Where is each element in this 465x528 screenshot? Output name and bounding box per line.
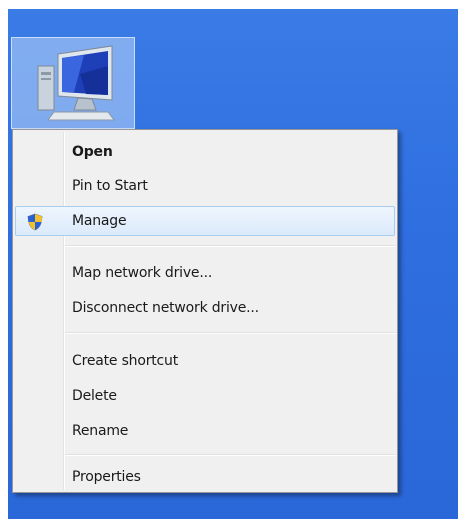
menu-item-pin-to-start[interactable]: Pin to Start <box>15 171 395 201</box>
menu-item-rename[interactable]: Rename <box>15 416 395 446</box>
menu-item-label: Create shortcut <box>72 353 179 369</box>
menu-item-delete[interactable]: Delete <box>15 381 395 411</box>
context-menu: Open Pin to Start Manage Map network dri… <box>12 129 398 493</box>
menu-item-label: Open <box>72 144 113 160</box>
menu-separator <box>65 454 395 456</box>
menu-item-properties[interactable]: Properties <box>15 462 395 492</box>
menu-item-disconnect-network-drive[interactable]: Disconnect network drive... <box>15 293 395 323</box>
menu-item-open[interactable]: Open <box>15 137 395 167</box>
menu-separator <box>65 332 395 334</box>
menu-item-label: Manage <box>72 213 127 229</box>
menu-item-label: Delete <box>72 388 117 404</box>
menu-item-map-network-drive[interactable]: Map network drive... <box>15 258 395 288</box>
menu-item-label: Properties <box>72 469 141 485</box>
computer-desktop-icon[interactable] <box>11 37 135 129</box>
desktop: Open Pin to Start Manage Map network dri… <box>8 9 458 519</box>
shield-icon <box>26 213 44 231</box>
computer-icon <box>37 45 115 121</box>
menu-item-label: Map network drive... <box>72 265 213 281</box>
menu-item-label: Rename <box>72 423 129 439</box>
menu-separator <box>65 245 395 247</box>
menu-item-label: Pin to Start <box>72 178 148 194</box>
menu-item-manage[interactable]: Manage <box>15 206 395 236</box>
menu-item-label: Disconnect network drive... <box>72 300 259 316</box>
menu-item-create-shortcut[interactable]: Create shortcut <box>15 346 395 376</box>
